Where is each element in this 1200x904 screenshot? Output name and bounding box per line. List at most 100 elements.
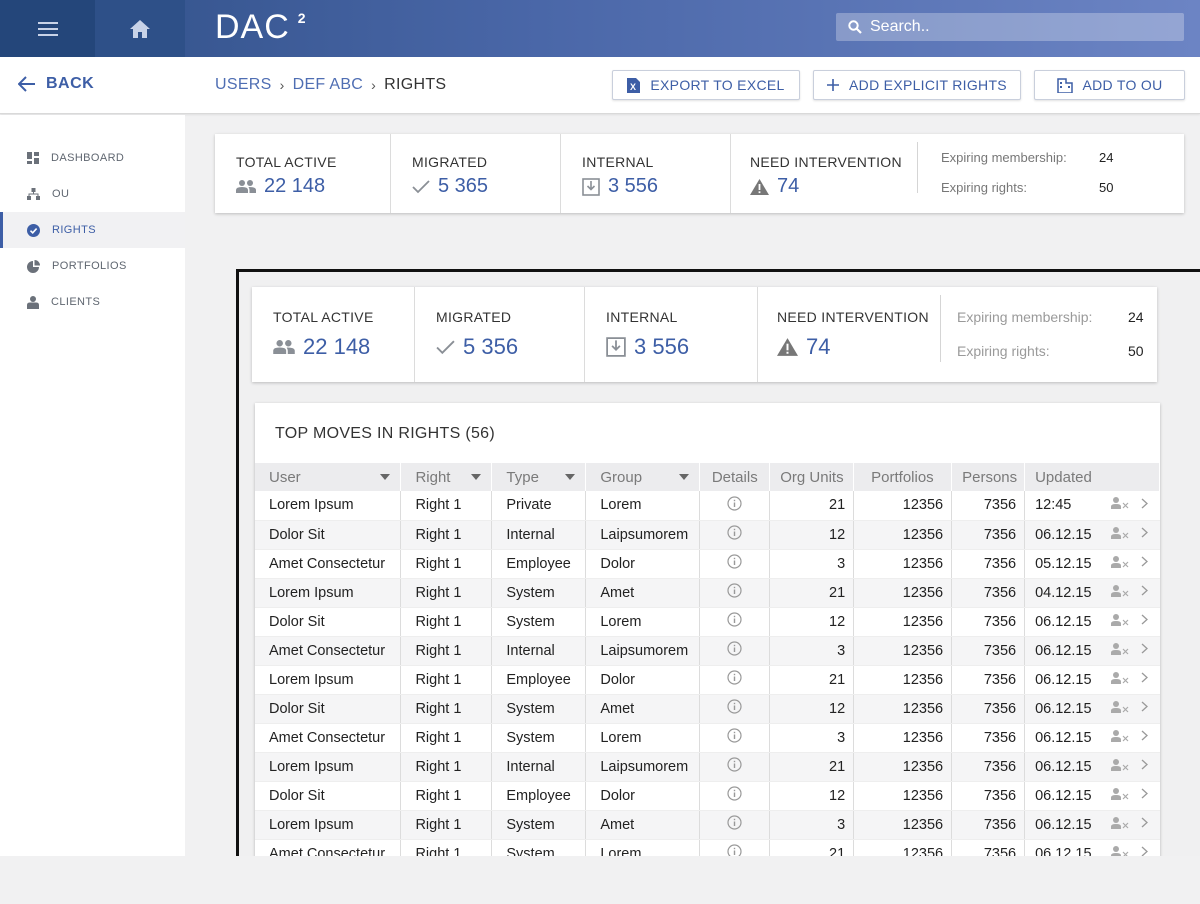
stat-label: TOTAL ACTIVE [236, 154, 337, 170]
info-icon[interactable] [727, 641, 742, 656]
breadcrumb-users[interactable]: USERS [215, 76, 272, 94]
table-row[interactable]: Dolor Sit Right 1 System Amet 12 12356 7356 06.… [255, 694, 1160, 724]
table-row[interactable]: Dolor Sit Right 1 Employee Dolor 12 12356 7356… [255, 781, 1160, 811]
sidebar-item-rights[interactable]: RIGHTS [0, 212, 185, 248]
chevron-right-icon[interactable] [1141, 498, 1148, 509]
chevron-right-icon[interactable] [1141, 759, 1148, 770]
home-button[interactable] [95, 0, 185, 57]
search-icon [848, 20, 862, 34]
cell-details[interactable] [699, 781, 771, 811]
remove-user-icon[interactable] [1110, 700, 1129, 713]
cell-right: Right 1 [400, 665, 493, 695]
cell-details[interactable] [699, 549, 771, 579]
cell-details[interactable] [699, 491, 771, 521]
chevron-right-icon[interactable] [1141, 556, 1148, 567]
col-user[interactable]: User [255, 463, 402, 491]
chevron-right-icon[interactable] [1141, 817, 1148, 828]
table-row[interactable]: Dolor Sit Right 1 System Lorem 12 12356 7356 06… [255, 607, 1160, 637]
cell-details[interactable] [699, 810, 771, 840]
info-icon[interactable] [727, 612, 742, 627]
cell-right: Right 1 [400, 752, 493, 782]
remove-user-icon[interactable] [1110, 642, 1129, 655]
col-org-units[interactable]: Org Units [769, 463, 855, 491]
remove-user-icon[interactable] [1110, 584, 1129, 597]
remove-user-icon[interactable] [1110, 758, 1129, 771]
col-details[interactable]: Details [699, 463, 771, 491]
cell-details[interactable] [699, 839, 771, 857]
cell-user: Lorem Ipsum [255, 810, 402, 840]
cell-details[interactable] [699, 723, 771, 753]
remove-user-icon[interactable] [1110, 787, 1129, 800]
col-persons[interactable]: Persons [951, 463, 1026, 491]
table-row[interactable]: Amet Consectetur Right 1 System Lorem 3 12356… [255, 723, 1160, 753]
hamburger-icon [37, 21, 58, 36]
updated-value: 06.12.15 [1035, 700, 1092, 717]
cell-details[interactable] [699, 665, 771, 695]
table-row[interactable]: Lorem Ipsum Right 1 Internal Laipsumorem 21 1… [255, 752, 1160, 782]
app-logo[interactable]: DAC 2 [215, 8, 307, 47]
info-icon[interactable] [727, 583, 742, 598]
col-right[interactable]: Right [400, 463, 493, 491]
col-portfolios[interactable]: Portfolios [853, 463, 953, 491]
table-row[interactable]: Lorem Ipsum Right 1 Private Lorem 21 12356 735… [255, 491, 1160, 521]
info-icon[interactable] [727, 554, 742, 569]
chevron-right-icon[interactable] [1141, 701, 1148, 712]
chevron-right-icon[interactable] [1141, 788, 1148, 799]
search-input[interactable]: Search.. [870, 18, 930, 36]
chevron-right-icon[interactable] [1141, 585, 1148, 596]
chevron-right-icon[interactable] [1141, 672, 1148, 683]
info-icon[interactable] [727, 728, 742, 743]
chevron-right-icon[interactable] [1141, 614, 1148, 625]
stat-need-intervention: NEED INTERVENTION 74 [731, 134, 917, 213]
info-icon[interactable] [727, 786, 742, 801]
cell-details[interactable] [699, 694, 771, 724]
chevron-right-icon[interactable] [1141, 527, 1148, 538]
remove-user-icon[interactable] [1110, 526, 1129, 539]
table-row[interactable]: Amet Consectetur Right 1 Employee Dolor 3 123… [255, 549, 1160, 579]
table-row[interactable]: Lorem Ipsum Right 1 System Amet 21 12356 7356 0… [255, 578, 1160, 608]
sidebar-item-ou[interactable]: OU [0, 176, 185, 212]
table-row[interactable]: Amet Consectetur Right 1 Internal Laipsumor… [255, 636, 1160, 666]
remove-user-icon[interactable] [1110, 613, 1129, 626]
remove-user-icon[interactable] [1110, 729, 1129, 742]
menu-button[interactable] [0, 0, 95, 57]
sort-down-icon [380, 474, 391, 480]
table-row[interactable]: Lorem Ipsum Right 1 Employee Dolor 21 12356 73… [255, 665, 1160, 695]
stat-label: MIGRATED [412, 154, 488, 170]
cell-details[interactable] [699, 636, 771, 666]
remove-user-icon[interactable] [1110, 555, 1129, 568]
remove-user-icon[interactable] [1110, 816, 1129, 829]
cell-user: Dolor Sit [255, 694, 402, 724]
sidebar-item-clients[interactable]: CLIENTS [0, 284, 185, 320]
updated-value: 06.12.15 [1035, 671, 1092, 688]
remove-user-icon[interactable] [1110, 671, 1129, 684]
cell-details[interactable] [699, 752, 771, 782]
col-group[interactable]: Group [585, 463, 701, 491]
info-icon[interactable] [727, 815, 742, 830]
cell-details[interactable] [699, 578, 771, 608]
info-icon[interactable] [727, 699, 742, 714]
table-row[interactable]: Dolor Sit Right 1 Internal Laipsumorem 12 123… [255, 520, 1160, 550]
search-box[interactable]: Search.. [836, 13, 1184, 41]
add-to-ou-button[interactable]: ADD TO OU [1034, 70, 1185, 100]
chevron-right-icon[interactable] [1141, 643, 1148, 654]
info-icon[interactable] [727, 525, 742, 540]
export-excel-button[interactable]: X EXPORT TO EXCEL [612, 70, 800, 100]
add-explicit-rights-button[interactable]: ADD EXPLICIT RIGHTS [813, 70, 1021, 100]
sidebar-item-dashboard[interactable]: DASHBOARD [0, 140, 185, 176]
breadcrumb-user[interactable]: DEF ABC [293, 76, 364, 94]
info-icon[interactable] [727, 496, 742, 511]
cell-details[interactable] [699, 520, 771, 550]
info-icon[interactable] [727, 670, 742, 685]
table-row[interactable]: Lorem Ipsum Right 1 System Amet 3 12356 7356 06… [255, 810, 1160, 840]
back-button[interactable]: BACK [18, 75, 94, 93]
cell-portfolios: 12356 [853, 694, 953, 724]
chevron-right-icon[interactable] [1141, 730, 1148, 741]
col-updated[interactable]: Updated [1024, 463, 1160, 491]
remove-user-icon[interactable] [1110, 497, 1129, 510]
sidebar-item-portfolios[interactable]: PORTFOLIOS [0, 248, 185, 284]
info-icon[interactable] [727, 757, 742, 772]
col-type[interactable]: Type [491, 463, 587, 491]
table-row[interactable]: Amet Consectetur Right 1 System Lorem 21 1235… [255, 839, 1160, 857]
cell-details[interactable] [699, 607, 771, 637]
